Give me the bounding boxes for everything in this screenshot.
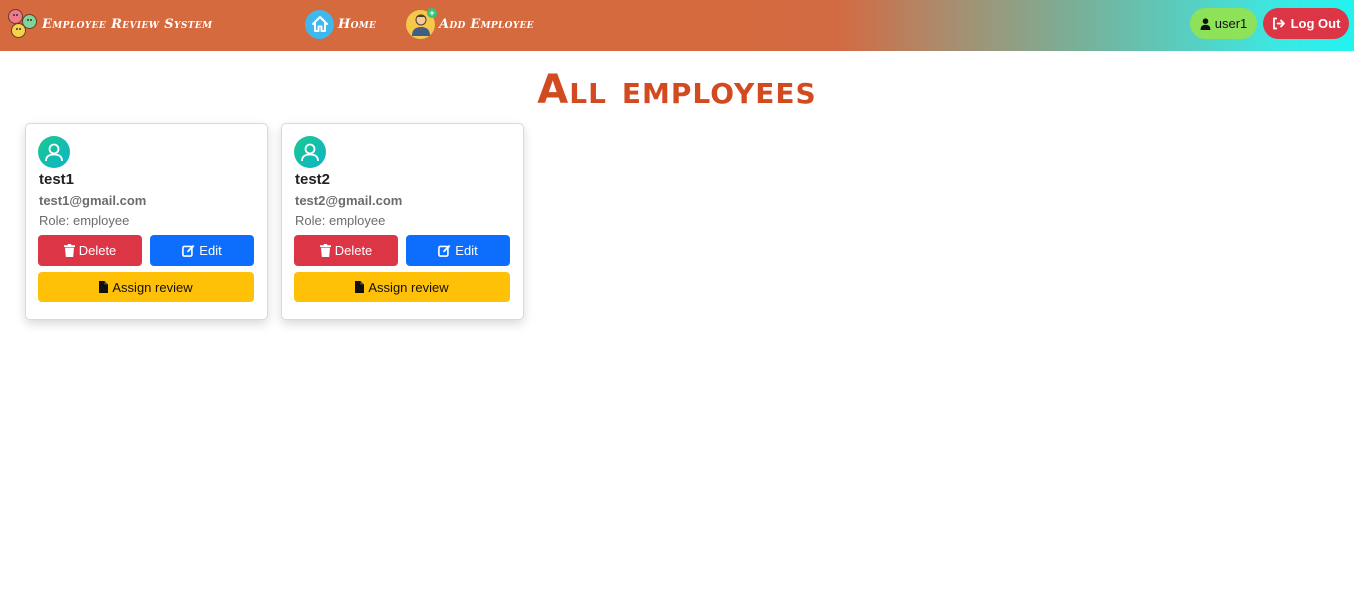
assign-review-label: Assign review [368,279,449,295]
employee-name: test2 [295,171,331,188]
employee-role: Role: employee [295,213,386,228]
edit-button[interactable]: Edit [406,235,510,266]
edit-icon [438,244,451,257]
employee-email: test1@gmail.com [39,193,147,208]
nav-home-link[interactable]: Home [305,9,376,39]
user-circle-icon [294,136,326,168]
employee-role: Role: employee [39,213,130,228]
assign-review-button[interactable]: Assign review [294,272,510,302]
person-plus-icon: + [406,7,437,39]
nav-add-employee-label: Add Employee [439,16,534,32]
employee-card: test1 test1@gmail.com Role: employee Del… [25,123,268,320]
assign-review-button[interactable]: Assign review [38,272,254,302]
house-icon [305,9,334,39]
edit-label: Edit [455,243,478,258]
employee-email: test2@gmail.com [295,193,403,208]
emoji-faces-icon [8,9,40,39]
file-icon [99,281,109,293]
user-icon [1200,17,1211,30]
brand-title: Employee Review System [42,16,213,32]
delete-label: Delete [78,243,117,258]
trash-icon [319,244,331,257]
brand[interactable]: Employee Review System [8,9,212,39]
user-circle-icon [38,136,70,168]
user-name: user1 [1214,16,1248,31]
page-title: All employees [537,67,817,113]
sign-out-icon [1272,17,1285,30]
delete-button[interactable]: Delete [294,235,398,266]
navbar: Employee Review System Home + Add Employ… [0,0,1354,51]
logout-button[interactable]: Log Out [1263,8,1349,39]
edit-label: Edit [199,243,222,258]
user-badge[interactable]: user1 [1190,8,1257,39]
edit-icon [182,244,195,257]
nav-home-label: Home [338,16,377,32]
trash-icon [63,244,75,257]
employee-name: test1 [39,171,75,188]
file-icon [355,281,365,293]
employee-card: test2 test2@gmail.com Role: employee Del… [281,123,524,320]
delete-button[interactable]: Delete [38,235,142,266]
edit-button[interactable]: Edit [150,235,254,266]
nav-add-employee-link[interactable]: + Add Employee [406,7,534,39]
delete-label: Delete [334,243,373,258]
assign-review-label: Assign review [112,279,193,295]
logout-label: Log Out [1290,16,1341,31]
